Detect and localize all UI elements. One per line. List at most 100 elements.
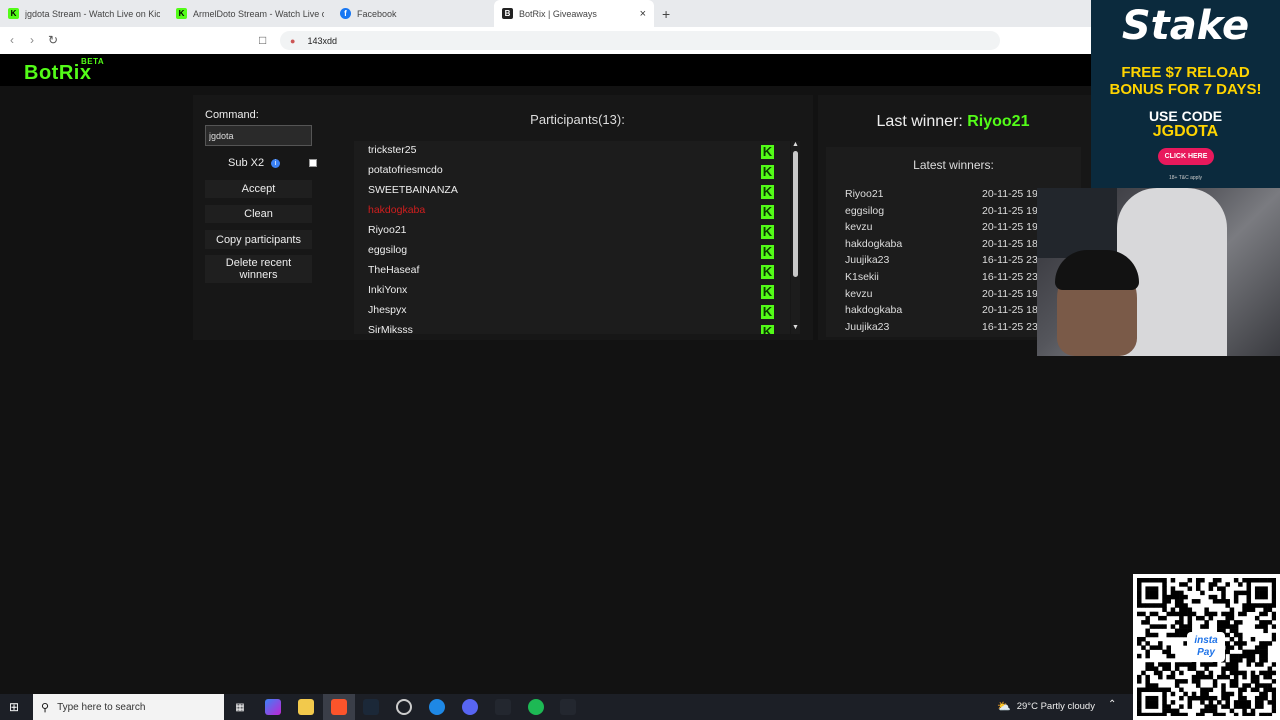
last-winner-name: Riyoo21	[967, 113, 1030, 130]
windows-taskbar: ⊞ ⚲ Type here to search ▦ ⛅ 29°C Partly …	[0, 694, 1133, 720]
vscode-icon[interactable]	[495, 699, 511, 715]
kick-platform-icon: K	[761, 325, 774, 334]
kick-platform-icon: K	[761, 244, 774, 259]
command-input[interactable]	[205, 125, 312, 146]
tab-title: jgdota Stream - Watch Live on Kick	[25, 8, 160, 19]
browser-tab-strip: K jgdota Stream - Watch Live on Kick K A…	[0, 0, 1091, 27]
close-tab-icon[interactable]: ×	[640, 8, 646, 20]
info-icon[interactable]: i	[271, 159, 280, 168]
kick-platform-icon: K	[761, 184, 774, 199]
tray-chevron-up-icon[interactable]: ⌃	[1108, 699, 1116, 710]
participant-name[interactable]: InkiYonx	[368, 284, 407, 296]
browser-tab-botrix[interactable]: B BotRix | Giveaways ×	[494, 0, 654, 27]
participant-name[interactable]: SirMiksss	[368, 324, 413, 334]
kick-platform-icon: K	[761, 144, 774, 159]
stake-ad-banner[interactable]: Stake FREE $7 RELOAD BONUS FOR 7 DAYS! U…	[1091, 0, 1280, 188]
participant-name[interactable]: Jhespyx	[368, 304, 407, 316]
taskbar-search[interactable]: ⚲ Type here to search	[33, 694, 224, 720]
beta-badge: BETA	[81, 57, 105, 66]
ad-use-code: USE CODE	[1148, 108, 1223, 124]
brave-browser-icon[interactable]	[331, 699, 347, 715]
address-bar[interactable]: ● 143xdd	[280, 31, 1000, 50]
delete-recent-winners-button[interactable]: Delete recent winners	[205, 255, 312, 283]
partly-cloudy-icon: ⛅	[997, 701, 1011, 713]
accept-button[interactable]: Accept	[205, 180, 312, 198]
kick-platform-icon: K	[761, 264, 774, 279]
taskbar-search-placeholder: Type here to search	[57, 701, 146, 713]
winner-date: 16-11-25 23	[982, 271, 1038, 283]
bookmark-icon[interactable]: □	[259, 33, 266, 47]
task-view-icon[interactable]: ▦	[232, 699, 248, 715]
instapay-line1: insta	[1194, 635, 1218, 646]
browser-tab-facebook[interactable]: f Facebook	[332, 0, 494, 27]
participant-name[interactable]: Riyoo21	[368, 224, 407, 236]
tab-title: BotRix | Giveaways	[519, 8, 597, 19]
scroll-up-icon[interactable]: ▲	[792, 141, 799, 148]
ad-fine-print: 18+ T&C apply	[1168, 175, 1203, 181]
ad-click-here-button[interactable]: CLICK HERE	[1158, 148, 1214, 165]
command-label: Command:	[205, 109, 259, 121]
copilot-icon[interactable]	[265, 699, 281, 715]
participant-name[interactable]: TheHaseaf	[368, 264, 419, 276]
winner-name: hakdogkaba	[845, 304, 903, 317]
ad-offer-line1: FREE $7 RELOAD	[1121, 64, 1250, 81]
kick-platform-icon: K	[761, 284, 774, 299]
participant-name[interactable]: trickster25	[368, 144, 416, 156]
steam-icon[interactable]	[363, 699, 379, 715]
new-tab-button[interactable]: +	[662, 6, 670, 22]
obs-icon[interactable]	[396, 699, 412, 715]
winner-date: 16-11-25 23	[982, 320, 1038, 333]
instapay-line2: Pay	[1197, 647, 1215, 658]
winner-name: eggsilog	[845, 204, 885, 217]
winner-date: 20-11-25 18	[982, 304, 1038, 317]
discord-icon[interactable]	[462, 699, 478, 715]
delete-label-line1: Delete recent	[225, 257, 292, 269]
app-icon[interactable]	[429, 699, 445, 715]
instapay-badge: insta Pay	[1187, 632, 1225, 662]
clean-button[interactable]: Clean	[205, 205, 312, 223]
winner-name: Juujika23	[845, 320, 890, 333]
winner-name: K1sekii	[845, 271, 879, 283]
botrix-logo[interactable]: BotRix BETA	[24, 57, 104, 85]
file-explorer-icon[interactable]	[298, 699, 314, 715]
winner-name: Riyoo21	[845, 188, 884, 200]
participant-name[interactable]: potatofriesmcdo	[368, 164, 443, 176]
browser-tab-jgdota[interactable]: K jgdota Stream - Watch Live on Kick	[0, 0, 168, 27]
site-header: BotRix BETA	[0, 54, 1091, 86]
weather-widget[interactable]: ⛅ 29°C Partly cloudy	[997, 700, 1095, 713]
participants-title: Participants(13):	[530, 112, 625, 127]
browser-tab-armeldoto[interactable]: K ArmelDoto Stream - Watch Live o	[168, 0, 332, 27]
last-winner: Last winner: Riyoo21	[828, 113, 1078, 131]
winner-name: hakdogkaba	[845, 237, 903, 250]
webcam-hair	[1055, 250, 1139, 290]
winner-name: kevzu	[845, 287, 873, 300]
visual-studio-icon[interactable]	[560, 699, 576, 715]
copy-participants-button[interactable]: Copy participants	[205, 230, 312, 249]
winner-name: Juujika23	[845, 254, 890, 267]
windows-start-icon[interactable]: ⊞	[9, 700, 23, 714]
latest-winners-title: Latest winners:	[913, 158, 994, 172]
delete-label-line2: winners	[239, 269, 278, 281]
kick-platform-icon: K	[761, 224, 774, 239]
participant-name[interactable]: hakdogkaba	[368, 204, 425, 216]
last-winner-label: Last winner:	[876, 113, 963, 130]
scroll-thumb[interactable]	[793, 151, 798, 277]
forward-icon[interactable]: ›	[30, 33, 34, 47]
spotify-icon[interactable]	[528, 699, 544, 715]
site-info-icon[interactable]: ●	[290, 36, 295, 46]
participants-scrollbar[interactable]: ▲ ▼	[791, 141, 800, 334]
tab-title: Facebook	[357, 8, 397, 19]
participant-name[interactable]: SWEETBAINANZA	[368, 184, 458, 196]
winner-date: 16-11-25 23	[982, 254, 1038, 267]
kick-icon: K	[8, 8, 19, 19]
winner-date: 20-11-25 19	[982, 204, 1038, 217]
reload-icon[interactable]: ↻	[48, 33, 58, 47]
scroll-down-icon[interactable]: ▼	[792, 324, 799, 331]
sub-x2-checkbox[interactable]	[309, 159, 317, 167]
ad-offer-line2: BONUS FOR 7 DAYS!	[1109, 81, 1262, 98]
participant-name[interactable]: eggsilog	[368, 244, 407, 256]
back-icon[interactable]: ‹	[10, 33, 14, 47]
ad-code: JGDOTA	[1152, 123, 1219, 140]
participants-list[interactable]: trickster25 Kpotatofriesmcdo K SWEETBAINANZ…	[354, 141, 790, 334]
sub-x2-label: Sub X2	[228, 157, 265, 169]
